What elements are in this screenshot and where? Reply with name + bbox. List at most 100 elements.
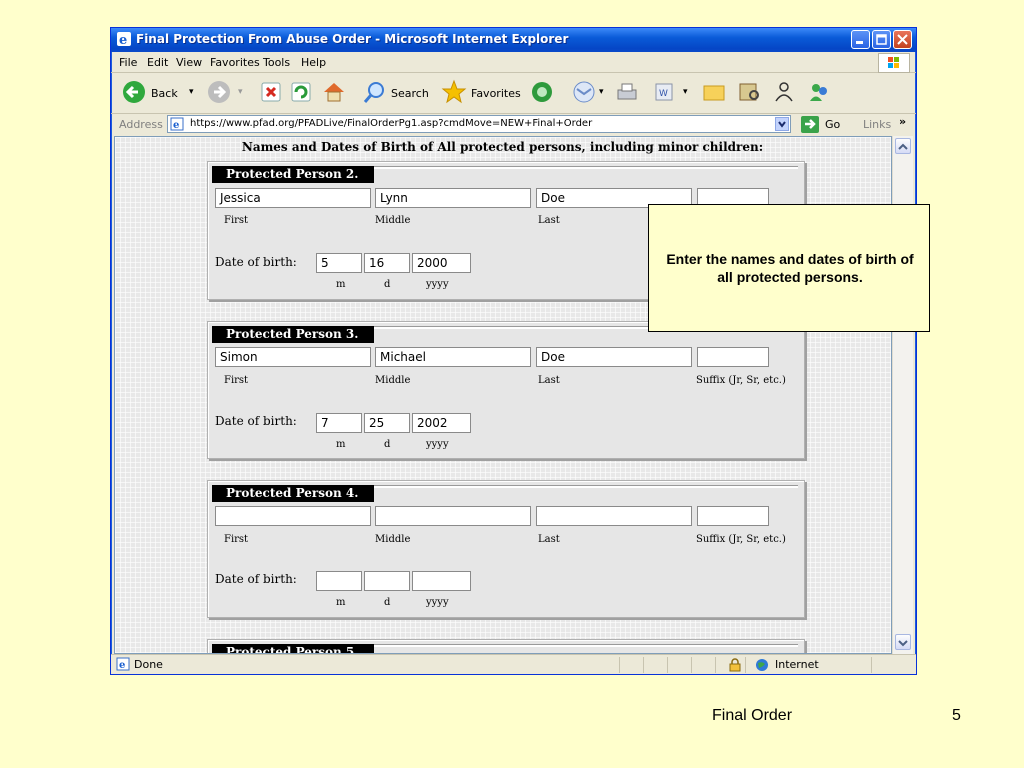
- go-button[interactable]: [801, 116, 819, 133]
- status-divider: [745, 657, 746, 673]
- links-label[interactable]: Links: [863, 118, 891, 131]
- middle-name-input[interactable]: [375, 506, 531, 526]
- refresh-icon: [291, 82, 311, 102]
- menu-bar: File Edit View Favorites Tools Help: [111, 52, 916, 73]
- svg-text:W: W: [659, 89, 668, 99]
- chevron-down-icon: ▾: [238, 87, 243, 97]
- last-name-input[interactable]: Doe: [536, 347, 692, 367]
- dob-month-input[interactable]: [316, 571, 362, 591]
- favorites-icon: [441, 79, 467, 104]
- edit-icon: W: [655, 83, 673, 101]
- middle-name-input[interactable]: Lynn: [375, 188, 531, 208]
- print-button[interactable]: [614, 79, 640, 107]
- chevron-down-icon: ▾: [189, 87, 194, 97]
- month-label: m: [336, 279, 346, 290]
- chevron-down-icon: [898, 640, 908, 647]
- dob-year-input[interactable]: 2000: [412, 253, 471, 273]
- section-header: Protected Person 2.: [212, 166, 374, 183]
- favorites-button[interactable]: Favorites: [441, 79, 521, 107]
- suffix-input[interactable]: [697, 506, 769, 526]
- chevron-up-icon: [898, 143, 908, 150]
- search-button[interactable]: Search: [361, 79, 433, 107]
- last-label: Last: [538, 215, 560, 226]
- menu-tools[interactable]: Tools: [263, 56, 290, 69]
- ie-page-icon: e: [170, 117, 184, 131]
- section-header: Protected Person 3.: [212, 326, 374, 343]
- address-dropdown[interactable]: [775, 117, 789, 131]
- month-label: m: [336, 439, 346, 450]
- windows-logo: [878, 53, 910, 73]
- refresh-button[interactable]: [289, 79, 313, 107]
- standard-toolbar: Back ▾ ▾ Search Favorites ▾ W ▾: [111, 73, 916, 114]
- browser-window: e Final Protection From Abuse Order - Mi…: [110, 27, 917, 675]
- address-input[interactable]: e https://www.pfad.org/PFADLive/FinalOrd…: [167, 115, 791, 133]
- day-label: d: [384, 439, 391, 450]
- go-arrow-icon: [805, 119, 816, 129]
- last-name-input[interactable]: [536, 506, 692, 526]
- window-title: Final Protection From Abuse Order - Micr…: [136, 32, 569, 46]
- day-label: d: [384, 597, 391, 608]
- section-divider: [374, 485, 798, 488]
- suffix-label: Suffix (Jr, Sr, etc.): [696, 534, 786, 545]
- home-button[interactable]: [321, 79, 347, 107]
- middle-name-input[interactable]: Michael: [375, 347, 531, 367]
- middle-label: Middle: [375, 375, 411, 386]
- folder-icon: [703, 85, 725, 101]
- last-label: Last: [538, 534, 560, 545]
- mail-button[interactable]: ▾: [571, 79, 611, 107]
- first-name-input[interactable]: [215, 506, 371, 526]
- status-divider: [667, 657, 668, 673]
- back-button[interactable]: Back ▾: [121, 79, 201, 107]
- dob-label: Date of birth:: [215, 572, 297, 586]
- mail-icon: [573, 81, 595, 103]
- instruction-callout: Enter the names and dates of birth of al…: [648, 204, 930, 332]
- go-label[interactable]: Go: [825, 118, 840, 131]
- menu-edit[interactable]: Edit: [147, 56, 168, 69]
- chevron-right-icon[interactable]: »: [899, 115, 906, 128]
- security-zone: Internet: [775, 658, 819, 671]
- stop-button[interactable]: [259, 79, 283, 107]
- messenger-icon: [810, 84, 827, 101]
- section-header: Protected Person 4.: [212, 485, 374, 502]
- print-icon: [617, 83, 637, 100]
- scroll-down-button[interactable]: [895, 634, 911, 650]
- first-name-input[interactable]: Jessica: [215, 188, 371, 208]
- dob-day-input[interactable]: [364, 571, 410, 591]
- suffix-label: Suffix (Jr, Sr, etc.): [696, 375, 786, 386]
- close-button[interactable]: [893, 30, 912, 49]
- dob-month-input[interactable]: 5: [316, 253, 362, 273]
- year-label: yyyy: [426, 279, 449, 290]
- first-name-input[interactable]: Simon: [215, 347, 371, 367]
- scroll-up-button[interactable]: [895, 138, 911, 154]
- menu-view[interactable]: View: [176, 56, 202, 69]
- research-button[interactable]: [736, 79, 762, 107]
- forward-icon: [208, 81, 230, 103]
- dob-year-input[interactable]: [412, 571, 471, 591]
- month-label: m: [336, 597, 346, 608]
- chevron-down-icon: ▾: [599, 87, 604, 97]
- folder-button[interactable]: [701, 79, 727, 107]
- dob-month-input[interactable]: 7: [316, 413, 362, 433]
- menu-help[interactable]: Help: [301, 56, 326, 69]
- title-bar[interactable]: e Final Protection From Abuse Order - Mi…: [111, 28, 916, 52]
- dob-year-input[interactable]: 2002: [412, 413, 471, 433]
- edit-button[interactable]: W ▾: [651, 79, 691, 107]
- suffix-input[interactable]: [697, 347, 769, 367]
- ie-icon: e: [117, 32, 131, 47]
- close-icon: [897, 34, 908, 45]
- forward-button[interactable]: ▾: [206, 79, 246, 107]
- menu-file[interactable]: File: [119, 56, 137, 69]
- minimize-button[interactable]: [851, 30, 870, 49]
- media-button[interactable]: [529, 79, 555, 107]
- messenger-button[interactable]: [771, 79, 797, 107]
- dob-day-input[interactable]: 16: [364, 253, 410, 273]
- middle-label: Middle: [375, 215, 411, 226]
- status-divider: [715, 657, 716, 673]
- menu-favorites[interactable]: Favorites: [210, 56, 260, 69]
- svg-text:e: e: [173, 120, 179, 131]
- maximize-button[interactable]: [872, 30, 891, 49]
- chevron-down-icon: [778, 121, 786, 128]
- chevron-down-icon: ▾: [683, 87, 688, 97]
- msn-messenger-button[interactable]: [806, 79, 832, 107]
- dob-day-input[interactable]: 25: [364, 413, 410, 433]
